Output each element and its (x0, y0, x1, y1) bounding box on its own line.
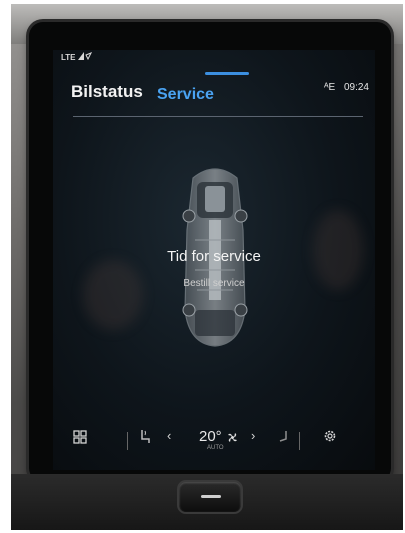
header-divider (73, 116, 363, 117)
fan-icon (228, 433, 237, 442)
signal-label: LTE (61, 53, 76, 62)
temp-increase-button[interactable]: › (251, 428, 255, 443)
drag-handle[interactable] (205, 72, 249, 75)
seat-right-icon (279, 431, 287, 442)
tab-bilstatus[interactable]: Bilstatus (71, 82, 143, 102)
gear-icon (324, 430, 336, 442)
tab-service[interactable]: Service (157, 86, 214, 104)
grid-icon (73, 430, 87, 444)
status-bar-left: LTE (61, 52, 92, 62)
temp-decrease-button[interactable]: ‹ (167, 428, 171, 443)
seat-heat-right-button[interactable] (277, 429, 289, 448)
seat-heat-left-button[interactable] (139, 429, 151, 448)
settings-button[interactable] (323, 429, 337, 446)
status-bar-right: ᴬE 09:24 (318, 82, 369, 93)
separator (127, 432, 128, 450)
home-grid-button[interactable] (73, 430, 87, 447)
clock: 09:24 (343, 82, 369, 93)
seat-icon (141, 430, 150, 443)
infotainment-screen: LTE ᴬE 09:24 Bilstatus Service Tid for s… (53, 50, 375, 470)
chevron-left-icon: ‹ (167, 428, 172, 443)
book-service-link[interactable]: Bestill service (53, 278, 375, 289)
temperature-mode: AUTO (207, 445, 224, 451)
climate-bar: ‹ 20° AUTO › (53, 426, 375, 466)
home-button-indicator (201, 495, 221, 498)
fan-button[interactable] (227, 431, 238, 446)
network-indicator: ᴬE (323, 82, 336, 93)
chevron-right-icon: › (251, 428, 256, 443)
service-title: Tid for service (167, 248, 261, 265)
car-display-photo: LTE ᴬE 09:24 Bilstatus Service Tid for s… (11, 4, 403, 530)
signal-icon (77, 52, 92, 61)
screen-reflection (83, 260, 143, 330)
temperature-value[interactable]: 20° (199, 428, 222, 445)
separator (299, 432, 300, 450)
